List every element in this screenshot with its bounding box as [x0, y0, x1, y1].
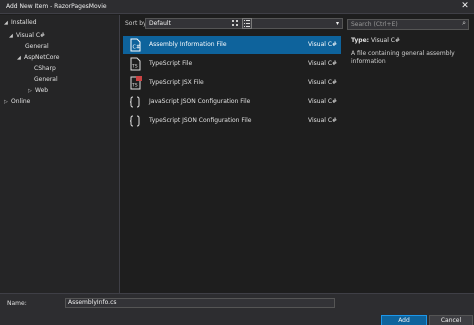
- template-description: A file containing general assembly infor…: [351, 50, 455, 65]
- chevron-down-icon: ▾: [335, 20, 339, 27]
- tree-item-aspnetcore[interactable]: ◢ AspNetCore: [17, 53, 59, 63]
- tree-item-web[interactable]: ▷ Web: [28, 86, 48, 96]
- ts-file-icon: TS: [130, 57, 141, 71]
- tsx-file-icon: TS: [130, 76, 142, 90]
- template-row-js-json-config[interactable]: JavaScript JSON Configuration File Visua…: [123, 93, 341, 111]
- expand-arrow-icon[interactable]: ◢: [4, 18, 11, 28]
- tree-item-label: AspNetCore: [24, 54, 60, 61]
- template-row-assembly-info[interactable]: C# Assembly Information File Visual C#: [123, 36, 341, 54]
- tree-item-online[interactable]: ▷ Online: [4, 97, 30, 107]
- close-button[interactable]: ✕: [460, 1, 470, 12]
- bottom-bar: Name: AssemblyInfo.cs Add Cancel: [0, 293, 474, 325]
- tree-item-label: Visual C#: [16, 32, 46, 39]
- template-row-ts-json-config[interactable]: TypeScript JSON Configuration File Visua…: [123, 112, 341, 130]
- template-language: Visual C#: [308, 98, 338, 105]
- name-value: AssemblyInfo.cs: [68, 299, 117, 306]
- name-input[interactable]: AssemblyInfo.cs: [65, 298, 335, 308]
- type-value: Visual C#: [370, 37, 401, 44]
- template-name: Assembly Information File: [149, 41, 227, 48]
- search-placeholder: Search (Ctrl+E): [351, 21, 398, 28]
- tree-item-label: Web: [35, 87, 49, 94]
- grid-view-icon: [232, 20, 238, 26]
- template-name: TypeScript File: [149, 60, 193, 67]
- tree-item-installed[interactable]: ◢ Installed: [4, 18, 37, 28]
- svg-text:TS: TS: [131, 64, 138, 70]
- large-icons-view-button[interactable]: [230, 18, 240, 29]
- tree-item-general[interactable]: General: [25, 42, 49, 52]
- json-config-icon: [129, 96, 140, 108]
- svg-text:C#: C#: [133, 45, 141, 51]
- json-config-icon: [129, 115, 140, 127]
- template-language: Visual C#: [308, 79, 338, 86]
- cs-file-icon: C#: [130, 38, 141, 52]
- template-name: TypeScript JSON Configuration File: [149, 117, 252, 124]
- search-icon[interactable]: ⌕: [462, 19, 466, 28]
- collapse-arrow-icon[interactable]: ▷: [4, 97, 11, 107]
- type-line: Type: Visual C#: [351, 37, 469, 44]
- template-name: TypeScript JSX File: [149, 79, 204, 86]
- tree-item-label: General: [34, 76, 58, 83]
- cancel-button[interactable]: Cancel: [429, 315, 473, 325]
- tree-item-visual-csharp[interactable]: ◢ Visual C#: [9, 31, 45, 41]
- template-language: Visual C#: [308, 117, 338, 124]
- window-title: Add New Item - RazorPagesMovie: [6, 3, 107, 10]
- template-language: Visual C#: [308, 41, 338, 48]
- list-view-icon: [244, 20, 250, 27]
- tree-item-label: Online: [11, 98, 31, 105]
- tree-item-label: CSharp: [34, 65, 56, 72]
- template-list: C# Assembly Information File Visual C# T…: [121, 33, 343, 293]
- template-row-tsx-file[interactable]: TS TypeScript JSX File Visual C#: [123, 74, 341, 92]
- template-row-typescript-file[interactable]: TS TypeScript File Visual C#: [123, 55, 341, 73]
- tree-item-label: Installed: [11, 19, 37, 26]
- expand-arrow-icon[interactable]: ◢: [9, 31, 16, 41]
- svg-text:TS: TS: [131, 83, 138, 89]
- search-input[interactable]: Search (Ctrl+E) ⌕: [347, 19, 469, 30]
- tree-item-csharp[interactable]: CSharp: [34, 64, 56, 74]
- tree-item-label: General: [25, 43, 49, 50]
- name-label: Name:: [7, 300, 27, 307]
- add-button[interactable]: Add: [381, 315, 427, 325]
- expand-arrow-icon[interactable]: ◢: [17, 53, 24, 63]
- template-language: Visual C#: [308, 60, 338, 67]
- title-bar: Add New Item - RazorPagesMovie ✕: [0, 0, 474, 14]
- sort-value: Default: [149, 20, 171, 27]
- collapse-arrow-icon[interactable]: ▷: [28, 86, 35, 96]
- category-tree: ◢ Installed ◢ Visual C# General ◢ AspNetCor…: [0, 15, 120, 293]
- type-label: Type:: [351, 37, 370, 44]
- list-view-button[interactable]: [242, 18, 252, 29]
- details-panel: Type: Visual C# A file containing genera…: [351, 37, 469, 66]
- tree-item-general-2[interactable]: General: [34, 75, 58, 85]
- template-name: JavaScript JSON Configuration File: [149, 98, 251, 105]
